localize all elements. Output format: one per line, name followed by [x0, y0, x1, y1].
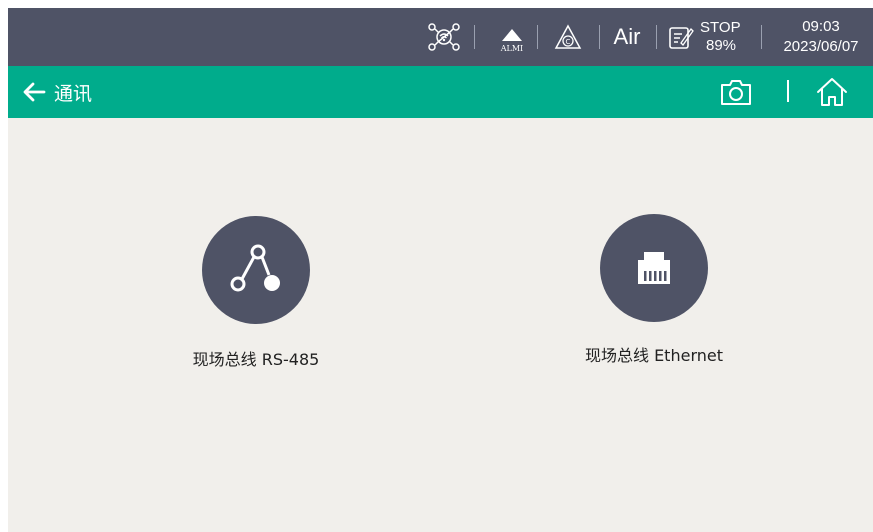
status-divider — [537, 25, 538, 49]
app-screen: ALMI C Air STOP 89% 09:03 2023/06/07 通讯 … — [8, 8, 873, 532]
time-label: 09:03 — [802, 18, 840, 35]
run-state: STOP 89% — [700, 8, 756, 66]
title-divider — [787, 80, 789, 102]
back-button[interactable]: 通讯 — [22, 66, 92, 118]
network-nodes-icon — [230, 244, 280, 292]
calibration-triangle-icon[interactable]: C — [546, 8, 590, 66]
status-divider — [474, 25, 475, 49]
page-title: 通讯 — [54, 82, 93, 105]
svg-text:C: C — [566, 38, 571, 46]
rs485-label: 现场总线 RS-485 — [192, 350, 320, 369]
clock: 09:03 2023/06/07 — [766, 8, 873, 66]
alarm-triangle-icon — [502, 28, 522, 41]
camera-icon[interactable] — [718, 74, 754, 110]
ethernet-icon-circle — [600, 214, 708, 322]
home-icon[interactable] — [814, 74, 850, 110]
status-divider — [656, 25, 657, 49]
title-bar: 通讯 — [8, 66, 873, 118]
status-divider — [761, 25, 762, 49]
date-label: 2023/06/07 — [783, 38, 859, 55]
network-icon[interactable] — [424, 8, 464, 66]
rs485-icon-circle — [202, 216, 310, 324]
edit-note-icon[interactable] — [664, 8, 698, 66]
run-state-label: STOP — [700, 19, 741, 36]
level-value: 89% — [706, 37, 737, 54]
ethernet-item[interactable]: 现场总线 Ethernet — [534, 214, 774, 366]
ethernet-port-icon — [638, 252, 670, 284]
arrow-left-icon — [23, 82, 46, 102]
rs485-item[interactable]: 现场总线 RS-485 — [136, 216, 376, 370]
alarm-label: ALMI — [500, 43, 524, 53]
status-divider — [599, 25, 600, 49]
status-bar: ALMI C Air STOP 89% 09:03 2023/06/07 — [8, 8, 873, 66]
ethernet-label: 现场总线 Ethernet — [584, 346, 723, 365]
medium-label: Air — [613, 24, 641, 49]
alarm-indicator[interactable]: ALMI — [484, 8, 540, 66]
